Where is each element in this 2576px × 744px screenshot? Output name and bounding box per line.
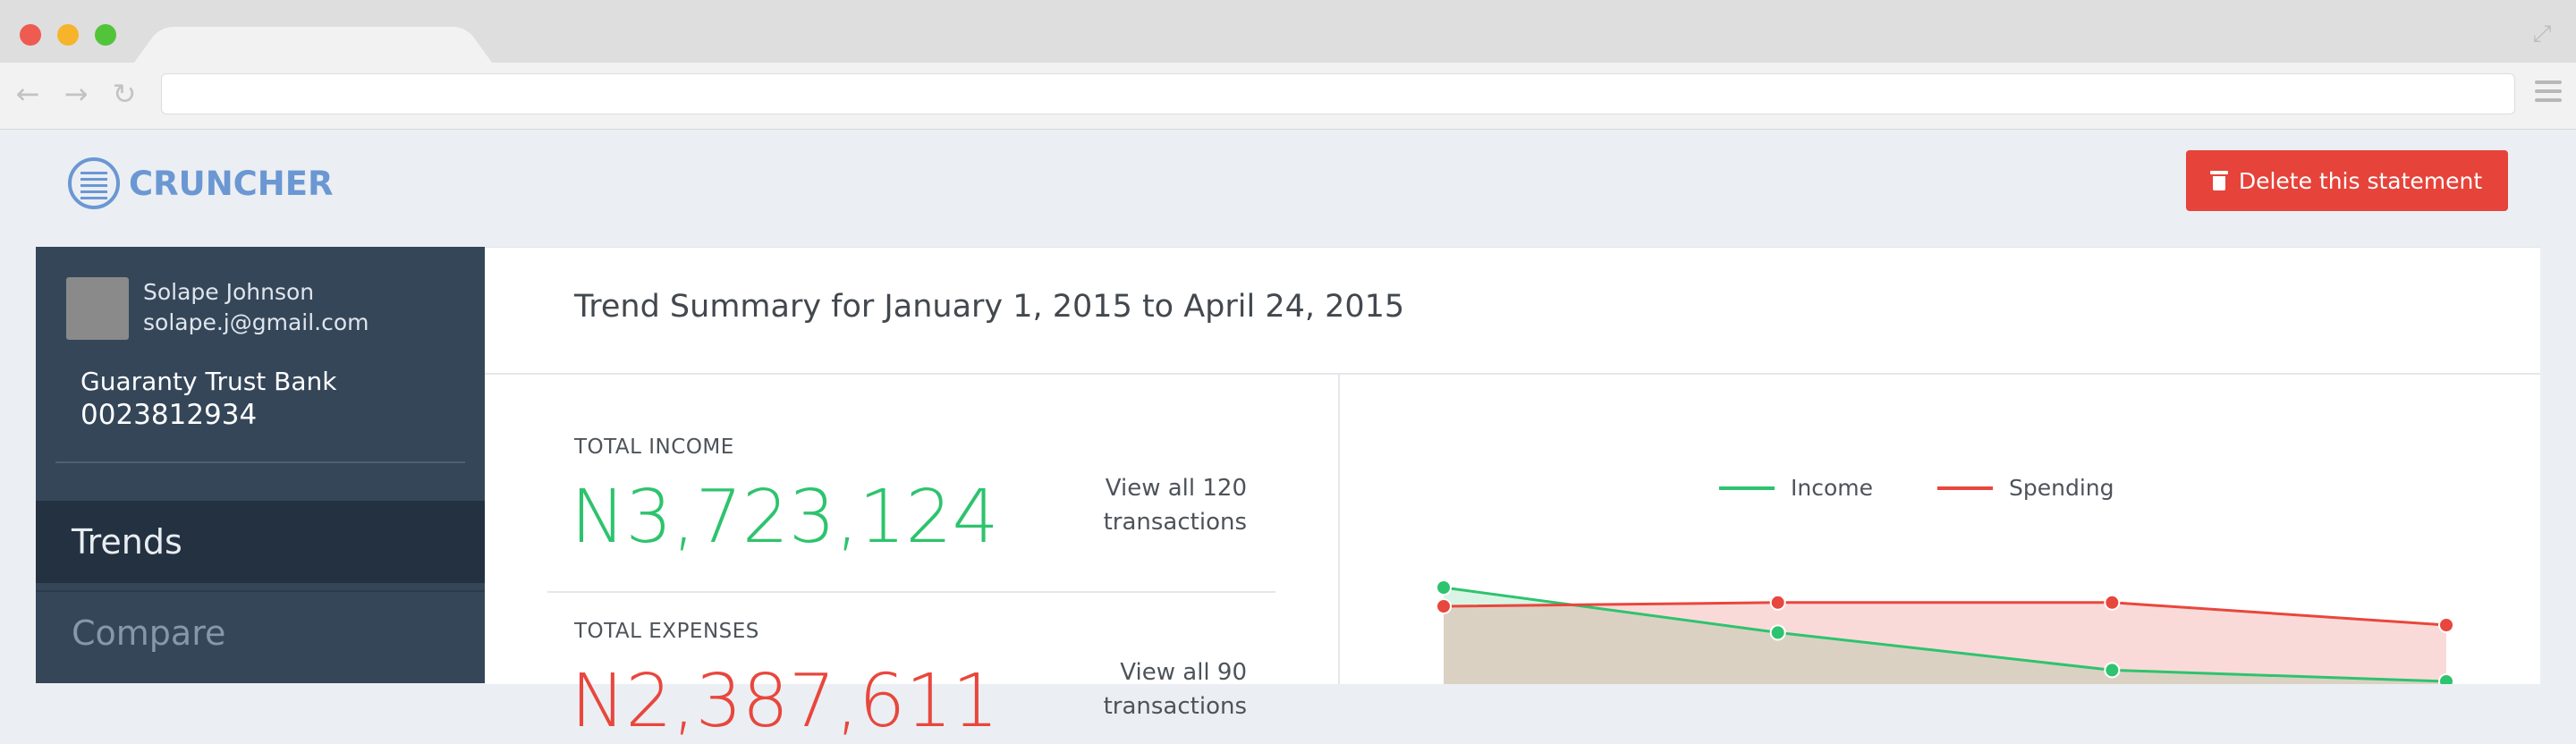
forward-arrow-icon[interactable]: →: [61, 79, 91, 109]
point-spending-3[interactable]: [2438, 617, 2454, 633]
point-income-2[interactable]: [2104, 662, 2121, 679]
total-income-value: N3,723,124: [571, 475, 999, 560]
point-spending-1[interactable]: [1769, 594, 1786, 611]
browser-titlebar: ⤢: [0, 0, 2576, 63]
total-expenses-value: N2,387,611: [571, 659, 999, 744]
trend-chart: [1436, 579, 2454, 684]
point-income-3[interactable]: [2438, 673, 2454, 684]
main-panel: Trend Summary for January 1, 2015 to Apr…: [485, 247, 2540, 744]
sidebar: Solape Johnson solape.j@gmail.com Guaran…: [36, 247, 485, 683]
view-expense-transactions-link[interactable]: View all 90 transactions: [1104, 655, 1247, 723]
point-spending-2[interactable]: [2104, 594, 2121, 611]
reload-icon[interactable]: ↻: [109, 79, 140, 109]
page-title: Trend Summary for January 1, 2015 to Apr…: [574, 289, 1405, 325]
view-income-transactions-link[interactable]: View all 120 transactions: [1104, 471, 1247, 539]
fullscreen-icon[interactable]: ⤢: [2529, 21, 2555, 46]
user-name: Solape Johnson: [143, 279, 315, 305]
view-income-link-line1: View all 120: [1105, 475, 1247, 502]
browser-toolbar: ← → ↻: [0, 63, 2576, 130]
view-expense-link-line2: transactions: [1103, 693, 1247, 720]
sidebar-item-compare[interactable]: Compare: [36, 590, 485, 672]
app-logo[interactable]: CRUNCHER: [68, 156, 334, 211]
sidebar-divider: [55, 461, 465, 463]
view-expense-link-line1: View all 90: [1120, 659, 1247, 686]
maximize-window-button[interactable]: [95, 24, 116, 46]
total-expenses-label: TOTAL EXPENSES: [574, 620, 759, 643]
delete-statement-label: Delete this statement: [2238, 167, 2483, 194]
user-email: solape.j@gmail.com: [143, 309, 369, 335]
view-income-link-line2: transactions: [1103, 509, 1247, 536]
stat-divider: [547, 591, 1275, 593]
sidebar-item-trends[interactable]: Trends: [36, 501, 485, 583]
account-number: 0023812934: [80, 399, 258, 431]
hamburger-menu-icon[interactable]: [2535, 80, 2562, 109]
point-income-0[interactable]: [1436, 579, 1452, 596]
bank-name: Guaranty Trust Bank: [80, 367, 337, 396]
avatar: [66, 277, 129, 340]
browser-tab[interactable]: [134, 27, 492, 63]
point-income-1[interactable]: [1769, 624, 1786, 641]
back-arrow-icon[interactable]: ←: [13, 79, 43, 109]
minimize-window-button[interactable]: [57, 24, 79, 46]
cruncher-logo-icon: [68, 157, 120, 209]
total-income-label: TOTAL INCOME: [574, 435, 734, 459]
trash-icon: [2209, 171, 2228, 190]
close-window-button[interactable]: [20, 24, 41, 46]
point-spending-0[interactable]: [1436, 598, 1452, 614]
address-bar[interactable]: [161, 73, 2515, 114]
logo-text: CRUNCHER: [129, 164, 334, 203]
delete-statement-button[interactable]: Delete this statement: [2186, 150, 2508, 211]
